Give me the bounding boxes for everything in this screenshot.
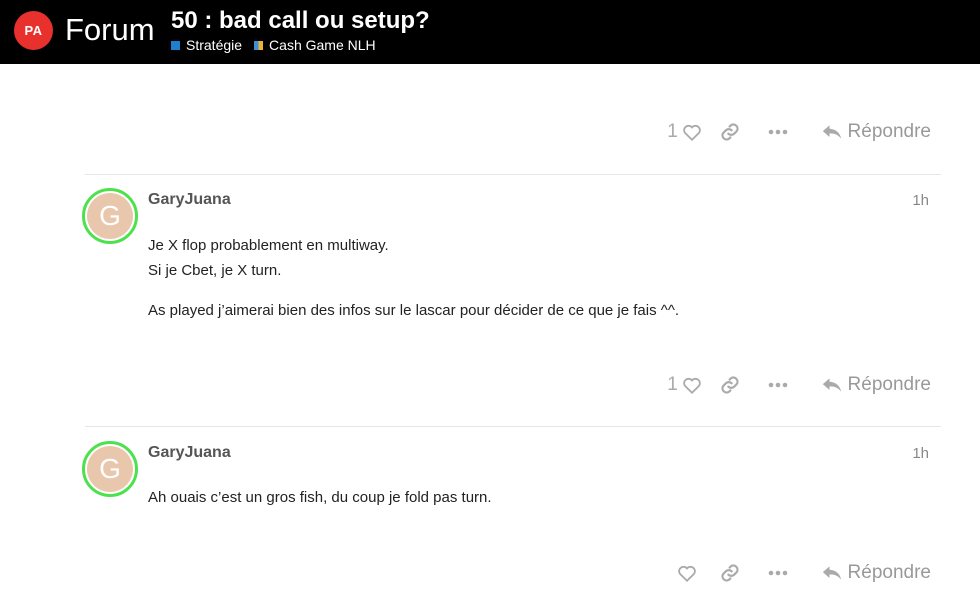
post-actions: 1 Répondre bbox=[664, 370, 931, 400]
post-line: Si je Cbet, je X turn. bbox=[148, 262, 282, 279]
link-icon bbox=[720, 123, 739, 141]
post-divider bbox=[85, 174, 941, 175]
ellipsis-icon bbox=[768, 570, 787, 576]
post-paragraph: Ah ouais c’est un gros fish, du coup je … bbox=[148, 489, 492, 506]
post-body: Ah ouais c’est un gros fish, du coup je … bbox=[148, 485, 908, 525]
like-button[interactable]: 1 bbox=[664, 374, 706, 396]
post-author[interactable]: GaryJuana bbox=[148, 444, 231, 462]
more-options-button[interactable] bbox=[754, 382, 802, 388]
reply-label: Répondre bbox=[847, 121, 931, 142]
category-strategie[interactable]: Stratégie bbox=[171, 37, 242, 53]
reply-label: Répondre bbox=[847, 562, 931, 583]
share-link-button[interactable] bbox=[706, 122, 754, 142]
ellipsis-icon bbox=[768, 129, 787, 135]
site-header: PA Forum 50 : bad call ou setup? Stratég… bbox=[0, 0, 980, 64]
avatar[interactable]: G bbox=[82, 441, 138, 497]
heart-icon bbox=[683, 377, 701, 394]
reply-icon bbox=[822, 378, 841, 392]
reply-button[interactable]: Répondre bbox=[822, 562, 931, 584]
share-link-button[interactable] bbox=[706, 563, 754, 583]
like-button[interactable]: 1 bbox=[664, 121, 706, 143]
post-time[interactable]: 1h bbox=[912, 192, 929, 209]
post-actions: Répondre bbox=[664, 558, 931, 588]
link-icon bbox=[720, 376, 739, 394]
post-divider bbox=[85, 426, 941, 427]
post-actions: 1 Répondre bbox=[664, 117, 931, 147]
post-time[interactable]: 1h bbox=[912, 445, 929, 462]
reply-button[interactable]: Répondre bbox=[822, 121, 931, 143]
heart-icon bbox=[683, 124, 701, 141]
post-paragraph: As played j’aimerai bien des infos sur l… bbox=[148, 302, 680, 319]
category-breadcrumb: Stratégie Cash Game NLH bbox=[171, 37, 376, 53]
post-author[interactable]: GaryJuana bbox=[148, 191, 231, 209]
more-options-button[interactable] bbox=[754, 129, 802, 135]
share-link-button[interactable] bbox=[706, 375, 754, 395]
reply-button[interactable]: Répondre bbox=[822, 374, 931, 396]
like-count: 1 bbox=[667, 121, 678, 142]
post-line: Je X flop probablement en multiway. bbox=[148, 237, 389, 254]
category-label: Stratégie bbox=[186, 37, 243, 53]
post-body: Je X flop probablement en multiway. Si j… bbox=[148, 233, 908, 338]
avatar-letter: G bbox=[87, 193, 133, 239]
category-color-swatch bbox=[254, 40, 264, 50]
link-icon bbox=[720, 564, 739, 582]
logo-badge[interactable]: PA bbox=[14, 11, 53, 50]
category-cash-game-nlh[interactable]: Cash Game NLH bbox=[254, 37, 376, 53]
more-options-button[interactable] bbox=[754, 570, 802, 576]
like-button[interactable] bbox=[664, 564, 706, 582]
avatar-letter: G bbox=[87, 446, 133, 492]
avatar[interactable]: G bbox=[82, 188, 138, 244]
like-count: 1 bbox=[667, 374, 678, 395]
heart-icon bbox=[677, 565, 696, 582]
logo-text[interactable]: Forum bbox=[65, 12, 155, 48]
topic-title[interactable]: 50 : bad call ou setup? bbox=[171, 7, 430, 35]
category-label: Cash Game NLH bbox=[269, 37, 376, 53]
reply-icon bbox=[822, 566, 841, 580]
reply-label: Répondre bbox=[847, 374, 931, 395]
post-paragraph: Je X flop probablement en multiway. Si j… bbox=[148, 233, 908, 283]
category-color-swatch bbox=[171, 40, 180, 50]
ellipsis-icon bbox=[768, 382, 787, 388]
reply-icon bbox=[822, 125, 841, 139]
